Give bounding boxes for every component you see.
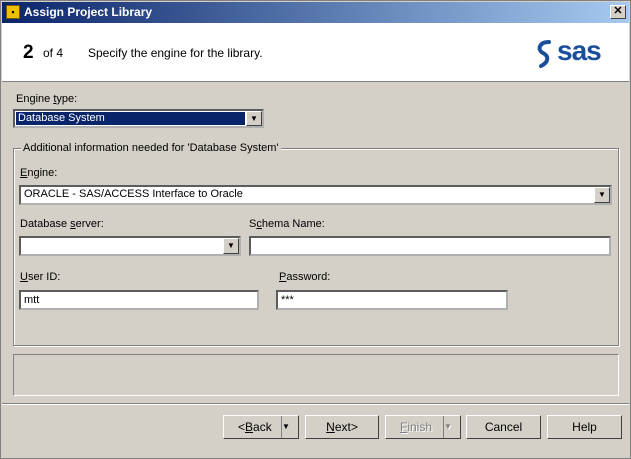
footer-divider (2, 403, 629, 405)
engine-select[interactable]: ORACLE - SAS/ACCESS Interface to Oracle … (19, 185, 612, 205)
engine-label: Engine: (20, 167, 58, 179)
cancel-button[interactable]: Cancel (466, 415, 541, 439)
step-description: Specify the engine for the library. (88, 46, 263, 60)
sas-swirl-icon (537, 40, 551, 68)
step-of: of 4 (43, 46, 64, 60)
chevron-down-icon[interactable]: ▼ (246, 111, 262, 126)
close-button[interactable]: ✕ (610, 5, 626, 19)
schema-name-input[interactable] (249, 236, 611, 256)
finish-button[interactable]: Finish ▼ (385, 415, 461, 439)
app-icon: ▪ (6, 5, 20, 19)
help-button[interactable]: Help (547, 415, 622, 439)
logo-text: sas (557, 35, 602, 66)
back-button[interactable]: <Back ▼ (223, 415, 299, 439)
schema-name-label: Schema Name: (249, 218, 325, 230)
password-label: Password: (279, 271, 331, 283)
finish-menu-chevron-down-icon[interactable]: ▼ (443, 416, 460, 438)
engine-type-label: Engine type: (16, 93, 78, 105)
window-title: Assign Project Library (24, 5, 153, 19)
step-number: 2 (23, 42, 34, 63)
group-label: Additional information needed for 'Datab… (21, 142, 281, 154)
chevron-down-icon[interactable]: ▼ (223, 238, 239, 254)
sas-logo: sas (535, 35, 617, 71)
back-menu-chevron-down-icon[interactable]: ▼ (281, 416, 298, 438)
database-server-label: Database server: (20, 218, 104, 230)
password-input[interactable]: *** (276, 290, 508, 310)
message-panel (13, 354, 619, 396)
title-bar[interactable]: ▪ Assign Project Library ✕ (2, 2, 629, 23)
dialog-window: ▪ Assign Project Library ✕ 2 of 4 Specif… (0, 0, 631, 459)
close-icon: ✕ (613, 5, 623, 17)
user-id-label: User ID: (20, 271, 61, 283)
database-server-select[interactable]: ▼ (19, 236, 241, 256)
wizard-header: 2 of 4 Specify the engine for the librar… (2, 23, 629, 82)
user-id-input[interactable]: mtt (19, 290, 259, 310)
engine-type-select[interactable]: Database System ▼ (13, 109, 264, 128)
chevron-down-icon[interactable]: ▼ (594, 187, 610, 203)
next-button[interactable]: Next> (305, 415, 379, 439)
